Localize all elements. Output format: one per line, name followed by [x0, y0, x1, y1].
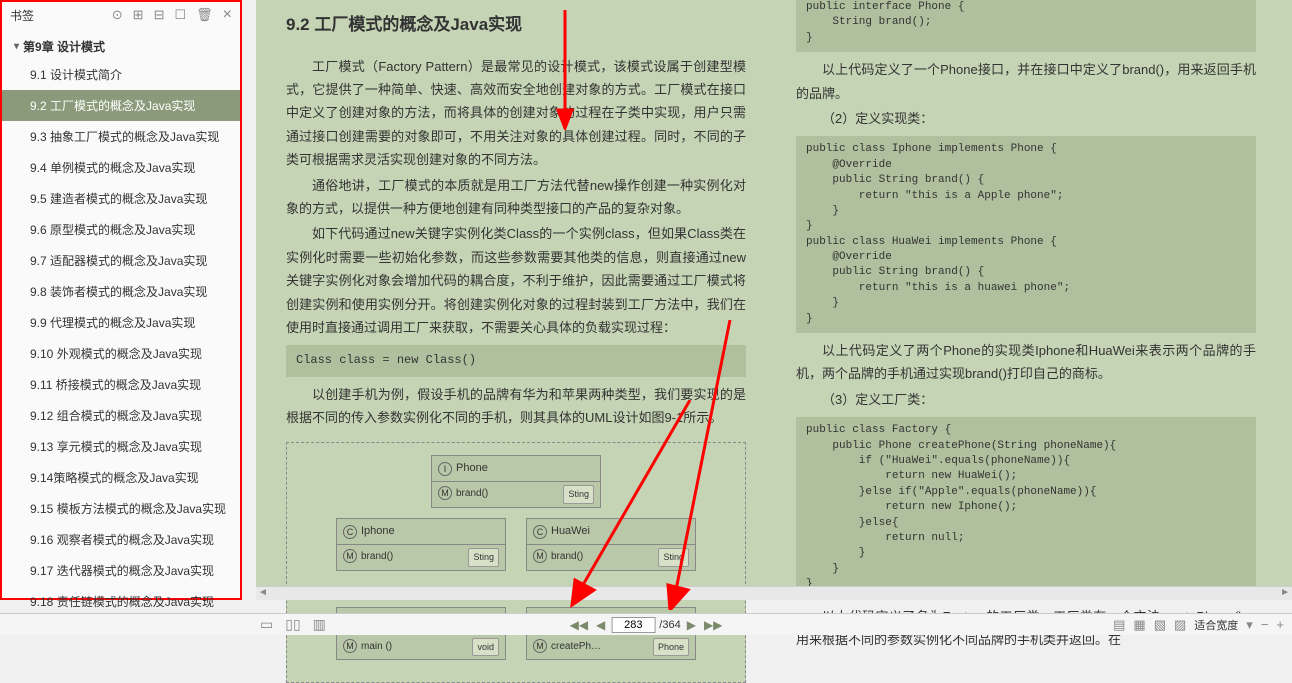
next-page-button[interactable]: ▶ [685, 618, 698, 632]
zoom-out-button[interactable]: − [1261, 617, 1269, 632]
sidebar-header: 书签 ⊙ ⊞ ⊟ ☐ 🗑 × [2, 2, 240, 28]
code-block: public interface Phone { String brand();… [796, 0, 1256, 52]
uml-class-iphone: CIphone Mbrand()Sting [336, 518, 506, 571]
tree-item[interactable]: 9.16 观察者模式的概念及Java实现 [2, 524, 240, 555]
uml-class-huawei: CHuaWei Mbrand()Sting [526, 518, 696, 571]
view-mode-icon-3[interactable]: ▥ [313, 616, 326, 633]
page-left: 9.2 工厂模式的概念及Java实现 工厂模式（Factory Pattern）… [256, 0, 776, 600]
first-page-button[interactable]: ◀◀ [568, 618, 590, 632]
view-mode-icon-2[interactable]: ▯▯ [285, 616, 300, 633]
tree-item[interactable]: 9.14策略模式的概念及Java实现 [2, 462, 240, 493]
collapse-icon[interactable]: ⊟ [154, 7, 165, 23]
close-icon[interactable]: × [223, 6, 232, 24]
tree-item[interactable]: 9.4 单例模式的概念及Java实现 [2, 152, 240, 183]
paragraph: 如下代码通过new关键字实例化类Class的一个实例class，但如果Class… [286, 222, 746, 339]
page-total: /364 [659, 619, 680, 631]
tree-item[interactable]: 9.17 迭代器模式的概念及Java实现 [2, 555, 240, 586]
paragraph: 通俗地讲，工厂模式的本质就是用工厂方法代替new操作创建一种实例化对象的方式，以… [286, 174, 746, 221]
layout-icon-4[interactable]: ▨ [1174, 617, 1186, 633]
page-right: public interface Phone { String brand();… [776, 0, 1276, 600]
tree-root[interactable]: 第9章 设计模式 [2, 34, 240, 59]
target-icon[interactable]: ⊙ [112, 7, 123, 23]
prev-page-button[interactable]: ◀ [594, 618, 607, 632]
tree-item[interactable]: 9.9 代理模式的概念及Java实现 [2, 307, 240, 338]
tree-item[interactable]: 9.15 模板方法模式的概念及Java实现 [2, 493, 240, 524]
uml-class-phone: IPhone Mbrand()Sting [431, 455, 601, 508]
expand-icon[interactable]: ⊞ [133, 7, 144, 23]
label-step2: （2）定义实现类： [796, 107, 1256, 130]
tree-item[interactable]: 9.12 组合模式的概念及Java实现 [2, 400, 240, 431]
bookmark-tree: 第9章 设计模式 9.1 设计模式简介9.2 工厂模式的概念及Java实现9.3… [2, 28, 240, 623]
tree-item[interactable]: 9.13 享元模式的概念及Java实现 [2, 431, 240, 462]
bookmarks-sidebar: 书签 ⊙ ⊞ ⊟ ☐ 🗑 × 第9章 设计模式 9.1 设计模式简介9.2 工厂… [0, 0, 242, 600]
tree-item[interactable]: 9.11 桥接模式的概念及Java实现 [2, 369, 240, 400]
horizontal-scrollbar[interactable] [256, 586, 1292, 600]
code-block: public class Factory { public Phone crea… [796, 417, 1256, 598]
page-navigator: ◀◀ ◀ /364 ▶ ▶▶ [568, 617, 725, 633]
paragraph: 以创建手机为例，假设手机的品牌有华为和苹果两种类型，我们要实现的是根据不同的传入… [286, 383, 746, 430]
tree-item[interactable]: 9.10 外观模式的概念及Java实现 [2, 338, 240, 369]
tree-item[interactable]: 9.7 适配器模式的概念及Java实现 [2, 245, 240, 276]
zoom-in-button[interactable]: + [1276, 617, 1284, 632]
status-bar: ▭ ▯▯ ▥ ◀◀ ◀ /364 ▶ ▶▶ ▤ ▦ ▧ ▨ 适合宽度 ▾ − + [0, 613, 1292, 635]
section-heading: 9.2 工厂模式的概念及Java实现 [286, 10, 746, 41]
view-mode-icon-1[interactable]: ▭ [260, 616, 273, 633]
zoom-level-label[interactable]: 适合宽度 [1194, 617, 1238, 633]
chevron-down-icon[interactable]: ▾ [1246, 617, 1253, 633]
layout-icon-2[interactable]: ▦ [1133, 617, 1145, 633]
tree-item[interactable]: 9.1 设计模式简介 [2, 59, 240, 90]
tree-item[interactable]: 9.8 装饰者模式的概念及Java实现 [2, 276, 240, 307]
delete-icon[interactable]: 🗑 [196, 7, 213, 23]
uml-diagram: IPhone Mbrand()Sting CIphone Mbrand()Sti… [286, 442, 746, 683]
paragraph: 以上代码定义了两个Phone的实现类Iphone和HuaWei来表示两个品牌的手… [796, 339, 1256, 386]
last-page-button[interactable]: ▶▶ [702, 618, 724, 632]
paragraph: 以上代码定义了一个Phone接口，并在接口中定义了brand()，用来返回手机的… [796, 58, 1256, 105]
label-step3: （3）定义工厂类： [796, 388, 1256, 411]
layout-icon-3[interactable]: ▧ [1154, 617, 1166, 633]
sidebar-title: 书签 [10, 7, 34, 24]
paragraph: 工厂模式（Factory Pattern）是最常见的设计模式，该模式设属于创建型… [286, 55, 746, 172]
document-viewport: 9.2 工厂模式的概念及Java实现 工厂模式（Factory Pattern）… [256, 0, 1292, 600]
tree-item[interactable]: 9.6 原型模式的概念及Java实现 [2, 214, 240, 245]
code-block: public class Iphone implements Phone { @… [796, 136, 1256, 333]
code-inline: Class class = new Class() [286, 345, 746, 377]
bookmark-icon[interactable]: ☐ [174, 7, 186, 23]
tree-item[interactable]: 9.2 工厂模式的概念及Java实现 [2, 90, 240, 121]
page-number-input[interactable] [611, 617, 655, 633]
tree-item[interactable]: 9.5 建造者模式的概念及Java实现 [2, 183, 240, 214]
layout-icon-1[interactable]: ▤ [1113, 617, 1125, 633]
tree-item[interactable]: 9.3 抽象工厂模式的概念及Java实现 [2, 121, 240, 152]
